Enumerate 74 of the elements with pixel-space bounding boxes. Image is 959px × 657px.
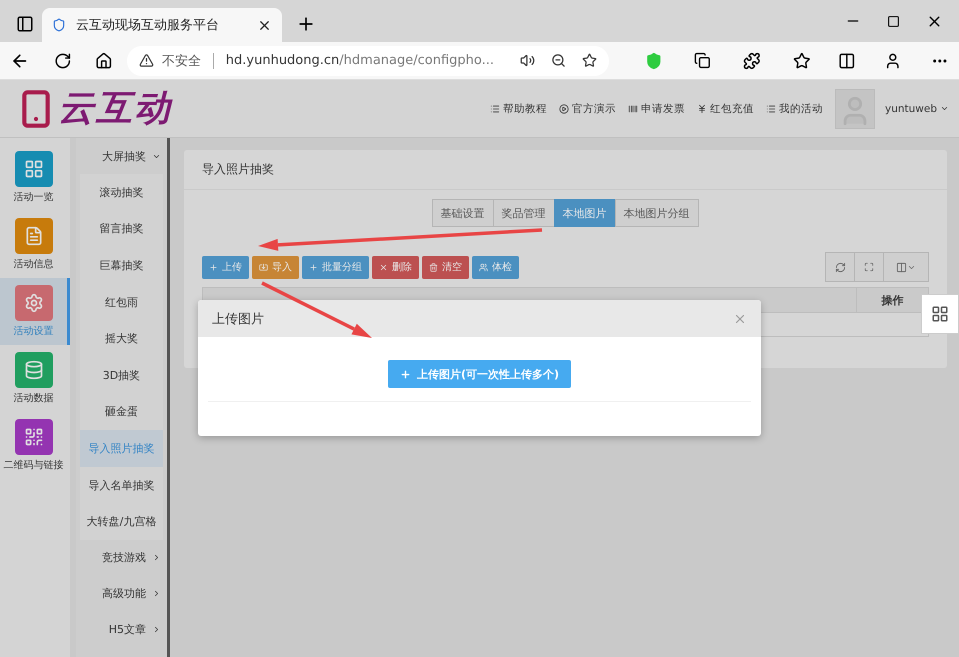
browser-tab[interactable]: 云互动现场互动服务平台 (42, 8, 282, 42)
users-icon (479, 262, 488, 272)
site-favicon-icon (52, 18, 66, 32)
tab[interactable]: 奖品管理 (492, 199, 554, 227)
sidebar-item[interactable]: 活动一览 (0, 144, 70, 211)
toolbar-button[interactable]: 删除 (372, 256, 419, 278)
submenu-group[interactable]: 竞技游戏 (76, 540, 167, 576)
avatar-silhouette (834, 88, 875, 128)
fullscreen-icon (864, 262, 874, 272)
address-bar[interactable]: 不安全 hd.yunhudong.cn/hdmanage/configpho... (126, 46, 609, 76)
submenu-group[interactable]: H5文章 (76, 612, 167, 648)
submenu-item[interactable]: 导入名单抽奖 (80, 466, 163, 504)
yen-icon (696, 104, 707, 114)
refresh-icon (834, 262, 846, 272)
submenu-item[interactable]: 滚动抽奖 (80, 174, 163, 211)
grid-icon (24, 159, 44, 179)
extensions-icon[interactable] (742, 52, 761, 70)
tab[interactable]: 基础设置 (432, 199, 494, 227)
sidebar-item[interactable]: 活动数据 (0, 345, 70, 412)
grid-icon (931, 305, 949, 323)
header-link[interactable]: 申请发票 (628, 102, 685, 116)
submenu-item[interactable]: 大转盘/九宫格 (80, 503, 163, 540)
header-link[interactable]: 官方演示 (558, 102, 616, 116)
submenu-item[interactable]: 摇大奖 (80, 320, 163, 357)
security-label: 不安全 (162, 52, 201, 70)
submenu-group[interactable]: 大屏抽奖 (76, 138, 167, 174)
header-link[interactable]: 我的活动 (766, 102, 823, 116)
sidebar-toggle-icon[interactable] (16, 15, 34, 33)
trash-icon (429, 262, 438, 272)
zoom-out-icon[interactable] (550, 53, 566, 68)
caret-icon (940, 104, 949, 113)
submenu-item[interactable]: 砸金蛋 (80, 394, 163, 430)
gear-icon (24, 293, 44, 313)
columns-icon (896, 262, 907, 272)
submenu-item[interactable]: 留言抽奖 (80, 210, 163, 248)
reload-icon[interactable] (54, 52, 72, 70)
panel-title: 导入照片抽奖 (184, 150, 947, 190)
sidebar-item[interactable]: 活动信息 (0, 211, 70, 278)
chevron-right-icon (152, 625, 161, 634)
tab[interactable]: 本地图片分组 (614, 199, 698, 227)
database-icon (24, 360, 44, 380)
import-icon (259, 262, 268, 272)
plus-icon (400, 368, 411, 380)
tab-title: 云互动现场互动服务平台 (76, 17, 220, 34)
document-icon (24, 226, 44, 246)
favorites-icon[interactable] (792, 52, 810, 70)
toolbar-button[interactable]: 清空 (422, 256, 469, 278)
play-icon (558, 104, 569, 114)
warning-icon (138, 53, 154, 68)
barcode-icon (628, 104, 638, 114)
plus-icon (309, 262, 318, 272)
qr-code-icon (24, 427, 44, 447)
chevron-right-icon (152, 589, 161, 598)
submenu-group[interactable]: 高级功能 (76, 576, 167, 612)
dialog-title: 上传图片 (212, 310, 264, 328)
read-aloud-icon[interactable] (520, 53, 535, 68)
refresh-button[interactable] (825, 252, 855, 282)
user-menu[interactable]: yuntuweb (884, 102, 949, 114)
url-text: hd.yunhudong.cn/hdmanage/configpho... (226, 53, 494, 68)
sidebar-item[interactable]: 二维码与链接 (0, 412, 70, 479)
submenu-item[interactable]: 红包雨 (80, 284, 163, 320)
logo-text: 云互动 (58, 87, 172, 131)
maximize-icon[interactable] (887, 14, 900, 28)
grid-button[interactable] (921, 294, 959, 334)
header-link[interactable]: 帮助教程 (490, 102, 547, 116)
plus-icon (209, 262, 218, 272)
header-link[interactable]: 红包充值 (696, 102, 754, 116)
columns-button[interactable] (883, 252, 929, 282)
chevron-right-icon (152, 553, 161, 562)
submenu-item[interactable]: 3D抽奖 (80, 356, 163, 394)
submenu-item[interactable]: 巨幕抽奖 (80, 247, 163, 284)
close-icon (379, 262, 388, 272)
favorite-icon[interactable] (582, 53, 597, 68)
home-icon[interactable] (95, 52, 113, 70)
